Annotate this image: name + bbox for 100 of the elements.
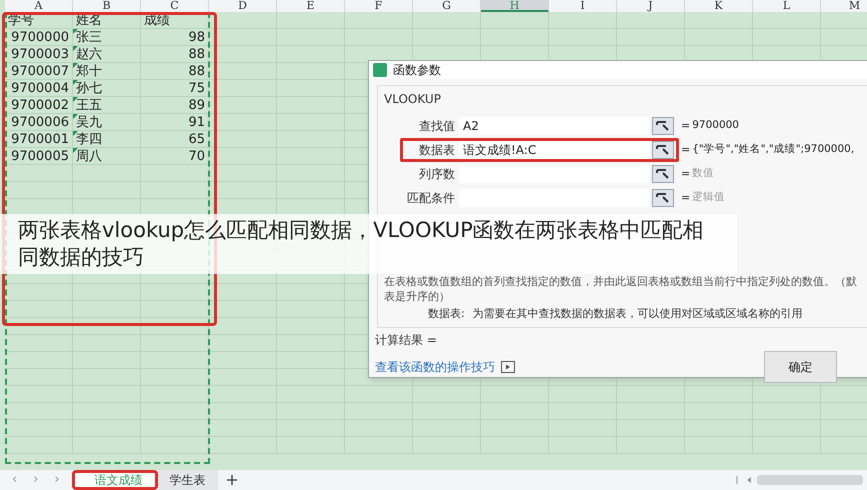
function-description: 表是升序的） (383, 289, 451, 304)
calc-result-label: 计算结果 = (374, 332, 438, 348)
text-marker-icon (73, 63, 78, 68)
table-cell: 9700002 (5, 97, 73, 114)
table-cell: 周八 (73, 148, 141, 165)
parameter-label: 查找值 (418, 118, 456, 135)
column-header[interactable]: B (73, 0, 141, 12)
empty-cell (481, 12, 549, 29)
table-cell: 9700001 (5, 131, 73, 148)
ok-button[interactable]: 确定 (764, 350, 837, 382)
add-sheet-icon[interactable] (226, 474, 238, 486)
empty-cell (209, 114, 277, 131)
parameter-result: {"学号","姓名","成绩";9700000, (692, 142, 854, 158)
empty-cell (141, 403, 209, 420)
column-header[interactable]: E (277, 0, 345, 12)
table-cell: 姓名 (73, 12, 141, 29)
function-name: VLOOKUP (383, 91, 442, 108)
empty-cell (549, 386, 617, 403)
parameter-result: 数值 (692, 166, 714, 182)
empty-cell (5, 369, 73, 386)
function-description: 在表格或数值数组的首列查找指定的数值，并由此返回表格或数组当前行中指定列处的数值。（默 (383, 274, 858, 289)
table-cell: 70 (141, 148, 209, 165)
table-cell: 89 (141, 97, 209, 114)
empty-cell (209, 63, 277, 80)
empty-cell (617, 386, 685, 403)
text-marker-icon (73, 29, 78, 34)
column-header[interactable]: L (753, 0, 821, 12)
empty-cell (209, 403, 277, 420)
table-cell: 9700000 (5, 29, 73, 46)
column-header[interactable]: K (685, 0, 753, 12)
dialog-title: 函数参数 (393, 62, 441, 79)
empty-cell (5, 301, 73, 318)
parameter-input[interactable]: A2 (459, 117, 649, 135)
empty-cell (753, 12, 821, 29)
text-marker-icon (73, 97, 78, 102)
empty-cell (5, 437, 73, 454)
parameter-input[interactable]: 语文成绩!A:C (459, 141, 649, 159)
text-marker-icon (73, 114, 78, 119)
empty-cell (209, 352, 277, 369)
empty-cell (209, 131, 277, 148)
empty-cell (141, 386, 209, 403)
help-link[interactable]: 查看该函数的操作技巧 (375, 358, 495, 376)
table-cell: 65 (141, 131, 209, 148)
parameter-label: 匹配条件 (406, 190, 456, 207)
table-cell: 李四 (73, 131, 141, 148)
empty-cell (753, 386, 821, 403)
text-marker-icon (73, 148, 78, 153)
empty-cell (141, 318, 209, 335)
empty-cell (481, 386, 549, 403)
range-picker-icon[interactable] (652, 189, 674, 207)
empty-cell (209, 97, 277, 114)
table-cell: 9700006 (5, 114, 73, 131)
app-logo-icon (373, 63, 387, 77)
empty-cell (141, 284, 209, 301)
empty-cell (141, 437, 209, 454)
range-picker-icon[interactable] (652, 165, 674, 183)
empty-cell (209, 318, 277, 335)
column-header[interactable]: M (821, 0, 867, 12)
empty-cell (209, 369, 277, 386)
empty-cell (549, 12, 617, 29)
table-cell: 张三 (73, 29, 141, 46)
empty-cell (209, 420, 277, 437)
sheet-tab[interactable]: 学生表 (158, 470, 218, 490)
table-cell: 吴九 (73, 114, 141, 131)
empty-cell (141, 352, 209, 369)
text-marker-icon (73, 80, 78, 85)
equals-sign: = (681, 142, 690, 158)
text-marker-icon (73, 131, 78, 136)
empty-cell (685, 12, 753, 29)
empty-cell (413, 386, 481, 403)
empty-cell (5, 420, 73, 437)
help-label: 数据表: (428, 306, 465, 322)
empty-cell (141, 165, 209, 182)
table-cell: 75 (141, 80, 209, 97)
column-header[interactable]: A (5, 0, 73, 12)
empty-cell (209, 80, 277, 97)
empty-cell (5, 318, 73, 335)
column-header[interactable]: J (617, 0, 685, 12)
column-header[interactable]: F (345, 0, 413, 12)
parameter-result: 逻辑值 (692, 190, 726, 206)
parameter-label: 数据表 (418, 142, 456, 159)
column-header[interactable]: D (209, 0, 277, 12)
column-header[interactable]: C (141, 0, 209, 12)
empty-cell (209, 46, 277, 63)
equals-sign: = (681, 166, 690, 182)
equals-sign: = (681, 118, 690, 134)
video-icon (501, 360, 515, 372)
table-cell: 98 (141, 29, 209, 46)
empty-cell (5, 284, 73, 301)
sheet-tab[interactable]: 语文成绩 (72, 470, 158, 490)
table-cell: 9700003 (5, 46, 73, 63)
table-cell: 88 (141, 63, 209, 80)
column-header[interactable]: I (549, 0, 617, 12)
range-picker-icon[interactable] (652, 141, 674, 159)
empty-cell (5, 335, 73, 352)
table-cell: 91 (141, 114, 209, 131)
table-cell: 赵六 (73, 46, 141, 63)
parameter-label: 列序数 (418, 166, 456, 183)
empty-cell (209, 12, 277, 29)
range-picker-icon[interactable] (652, 117, 674, 135)
